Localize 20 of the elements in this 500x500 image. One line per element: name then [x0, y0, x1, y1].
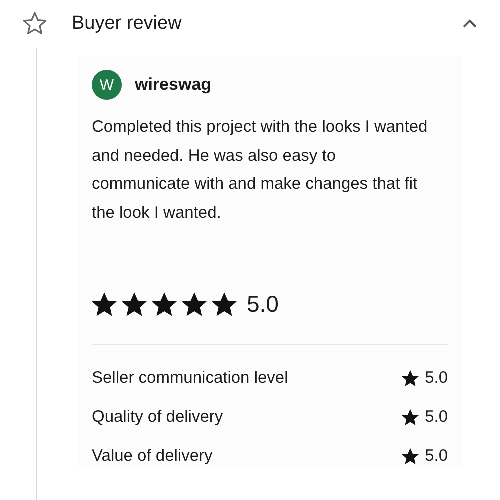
star-icon: [402, 409, 420, 426]
author-name: wireswag: [135, 75, 212, 95]
rating-score: 5.0: [425, 447, 448, 466]
section-title: Buyer review: [72, 13, 183, 35]
star-icon: [152, 292, 177, 317]
star-icon: [402, 448, 420, 465]
rating-score: 5.0: [425, 369, 448, 388]
star-outline-icon: [22, 11, 48, 37]
rating-label: Value of delivery: [92, 447, 213, 466]
star-icon: [212, 292, 237, 317]
rating-label: Seller communication level: [92, 369, 288, 388]
star-icon: [182, 292, 207, 317]
star-icon: [122, 292, 147, 317]
star-icon: [92, 292, 117, 317]
overall-score: 5.0: [247, 291, 279, 318]
star-icon: [402, 370, 420, 387]
rating-label: Quality of delivery: [92, 408, 224, 427]
avatar: W: [92, 70, 122, 100]
rating-score: 5.0: [425, 408, 448, 427]
review-text: Completed this project with the looks I wanted and needed. He was also easy to communicate with and make changes that fit the look I wanted.: [92, 117, 429, 224]
